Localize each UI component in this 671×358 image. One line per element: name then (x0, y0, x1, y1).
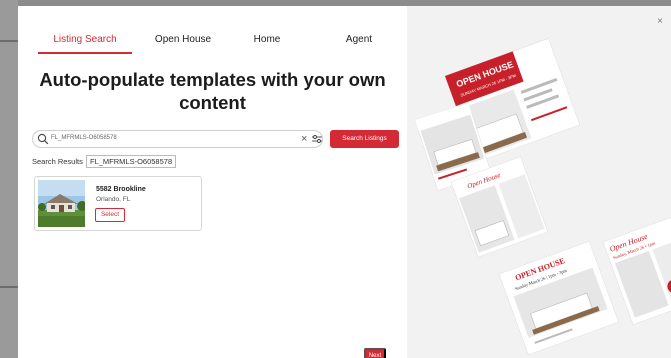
template-preview-panel: × OPEN HOUSE SUNDAY MARCH 26 1PM - 3PM O… (407, 6, 671, 358)
template-modal: Listing Search Open House Home Agent Aut… (18, 6, 671, 358)
search-icon (37, 133, 49, 145)
search-input-value: FL_MFRMLS-O6058578 (51, 135, 117, 141)
tab-agent[interactable]: Agent (312, 34, 406, 45)
search-input[interactable]: FL_MFRMLS-O6058578 × (32, 130, 323, 148)
flyer-preview: OPEN HOUSE Sunday March 26 | 1pm - 3pm (498, 240, 619, 356)
search-row: FL_MFRMLS-O6058578 × Search Listings (32, 130, 399, 148)
filter-icon[interactable] (311, 133, 323, 145)
tab-bar: Listing Search Open House Home Agent (32, 34, 384, 56)
page-title-line: content (179, 92, 246, 113)
listing-location: Orlando, FL (96, 196, 131, 203)
listing-address: 5582 Brookline (96, 186, 146, 193)
tab-home[interactable]: Home (220, 34, 314, 45)
select-listing-button[interactable]: Select (95, 208, 125, 222)
backdrop-divider (0, 40, 18, 42)
tab-listing-search[interactable]: Listing Search (38, 34, 132, 45)
backdrop-divider (0, 286, 18, 288)
active-tab-indicator (38, 52, 132, 54)
next-button[interactable]: Next (364, 348, 386, 358)
listing-search-panel: Listing Search Open House Home Agent Aut… (18, 6, 407, 358)
clear-icon[interactable]: × (301, 133, 307, 145)
listing-photo (38, 180, 85, 227)
search-query-chip: FL_MFRMLS-O6058578 (86, 155, 177, 168)
page-title: Auto-populate templates with your own co… (18, 68, 407, 114)
tab-open-house[interactable]: Open House (136, 34, 230, 45)
template-preview-collage: OPEN HOUSE SUNDAY MARCH 26 1PM - 3PM Ope… (414, 38, 671, 356)
page-title-line: Auto-populate templates with your own (39, 69, 386, 90)
search-results-label: Search Results (32, 157, 83, 166)
search-listings-button[interactable]: Search Listings (330, 130, 399, 148)
listing-result-card[interactable]: 5582 Brookline Orlando, FL Select (34, 176, 202, 231)
page-backdrop (0, 0, 18, 358)
